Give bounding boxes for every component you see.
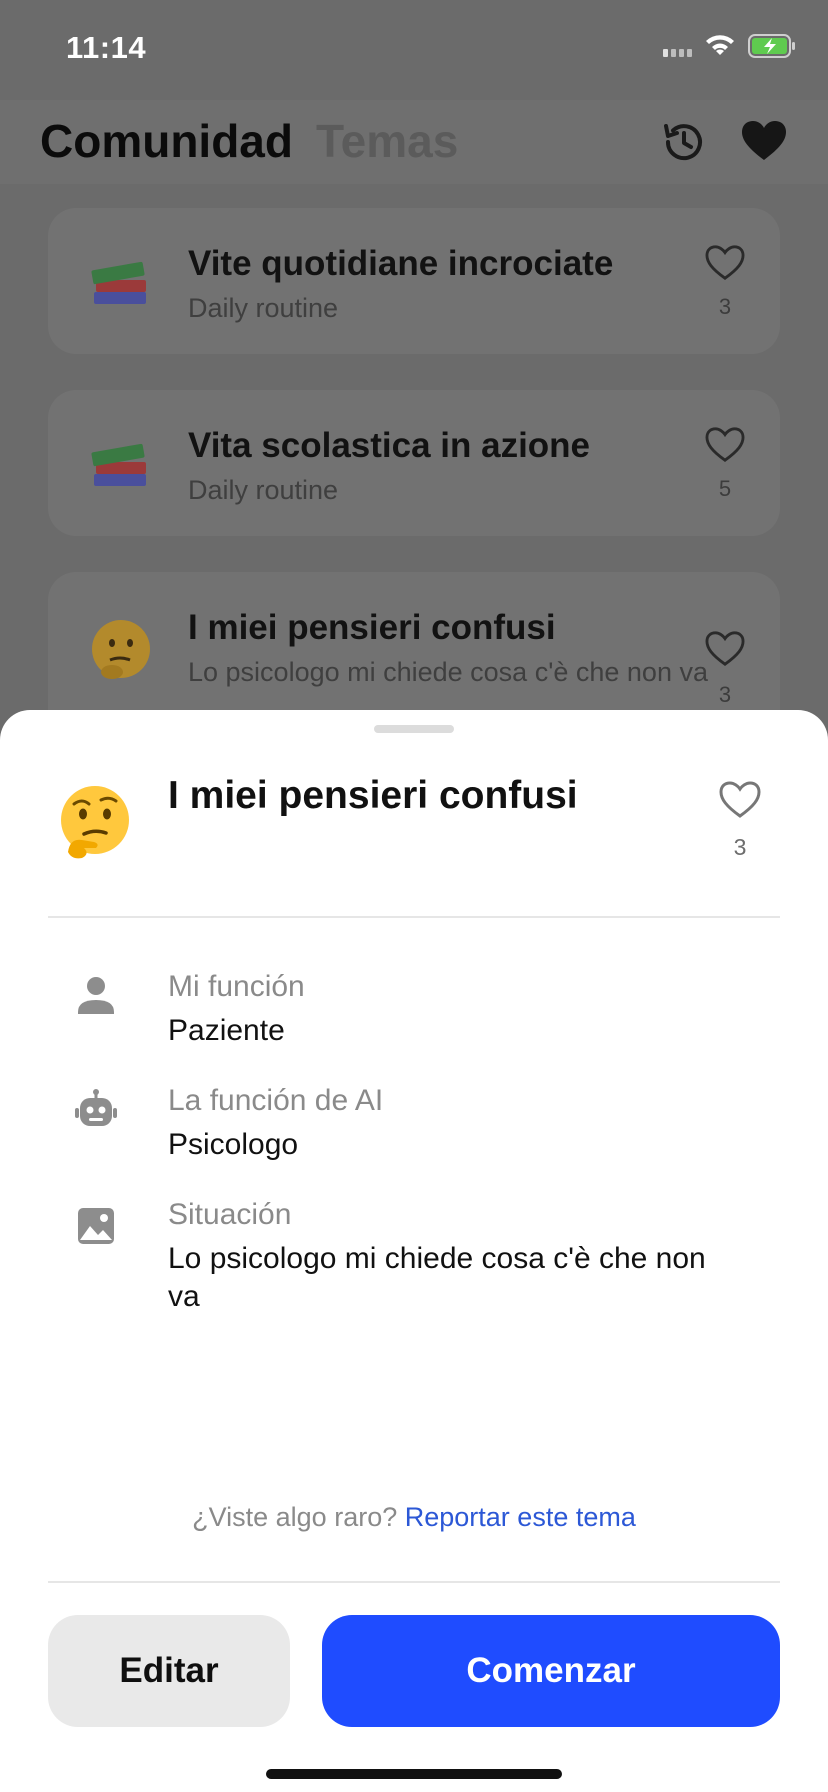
thinking-face-icon	[61, 786, 129, 859]
heart-outline-icon[interactable]	[704, 426, 746, 464]
list-item-subtitle: Daily routine	[188, 475, 339, 505]
ai-role-value: Psicologo	[168, 1128, 299, 1161]
home-indicator	[266, 1769, 562, 1779]
start-button[interactable]: Comenzar	[322, 1615, 780, 1727]
like-count: 3	[733, 834, 747, 860]
report-topic-link[interactable]: Reportar este tema	[405, 1502, 636, 1532]
sheet-title: I miei pensieri confusi	[168, 774, 578, 817]
thinking-face-icon	[92, 620, 150, 679]
like-count: 3	[718, 294, 732, 319]
edit-button[interactable]: Editar	[48, 1615, 290, 1727]
like-count: 3	[718, 682, 732, 707]
wifi-icon	[706, 35, 734, 55]
sheet-grabber[interactable]	[374, 725, 454, 733]
image-icon	[78, 1208, 114, 1244]
status-time: 11:14	[66, 30, 147, 65]
list-item-title: Vite quotidiane incrociate	[188, 244, 614, 283]
my-role-label: Mi función	[168, 970, 305, 1003]
situation-label: Situación	[168, 1198, 292, 1231]
battery-icon	[748, 34, 795, 58]
my-role-value: Paziente	[168, 1014, 285, 1047]
heart-outline-icon[interactable]	[704, 630, 746, 668]
tab-temas[interactable]: Temas	[316, 114, 458, 168]
list-item-title: I miei pensieri confusi	[188, 608, 556, 647]
list-item-title: Vita scolastica in azione	[188, 426, 591, 465]
books-icon	[91, 443, 146, 486]
divider	[48, 1581, 780, 1583]
books-icon	[91, 261, 146, 304]
tab-comunidad[interactable]: Comunidad	[40, 114, 293, 168]
ai-role-label: La función de AI	[168, 1084, 384, 1117]
heart-outline-icon[interactable]	[704, 244, 746, 282]
person-icon	[78, 977, 114, 1014]
top-nav: Comunidad Temas	[0, 100, 828, 184]
status-bar: 11:14	[0, 0, 828, 100]
history-icon[interactable]	[658, 116, 710, 168]
cellular-signal-icon	[663, 35, 692, 57]
heart-filled-icon[interactable]	[738, 116, 790, 168]
report-line: ¿Viste algo raro? Reportar este tema	[0, 1502, 828, 1533]
situation-value: Lo psicologo mi chiede cosa c'è che non …	[168, 1242, 706, 1313]
heart-outline-icon[interactable]	[718, 780, 762, 820]
robot-icon	[75, 1089, 117, 1126]
divider	[48, 916, 780, 918]
report-prefix: ¿Viste algo raro?	[192, 1502, 405, 1532]
topic-list: Vite quotidiane incrociate Daily routine…	[0, 184, 828, 762]
list-item-subtitle: Daily routine	[188, 293, 339, 323]
list-item-subtitle: Lo psicologo mi chiede cosa c'è che non …	[188, 657, 708, 687]
list-item[interactable]: Vite quotidiane incrociate Daily routine…	[48, 208, 780, 354]
list-item[interactable]: Vita scolastica in azione Daily routine …	[48, 390, 780, 536]
like-count: 5	[718, 476, 732, 501]
status-icons	[663, 34, 796, 58]
topic-detail-sheet: I miei pensieri confusi 3 Mi función Paz…	[0, 710, 828, 1792]
